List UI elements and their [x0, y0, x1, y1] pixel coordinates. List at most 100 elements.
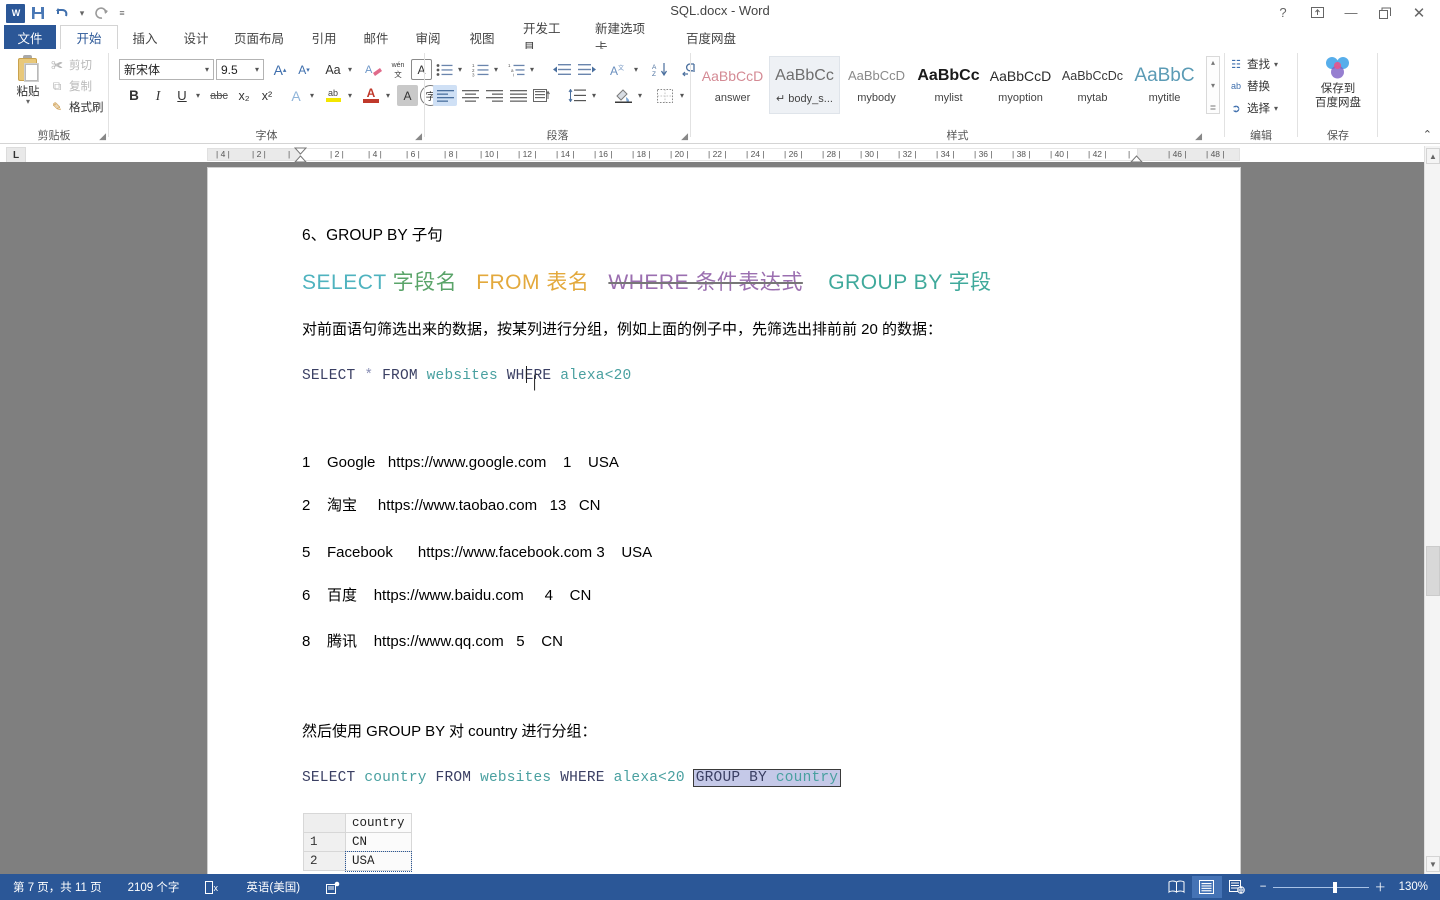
- copy-button[interactable]: ⧉ 复制: [50, 76, 92, 96]
- code2-selected-groupby[interactable]: GROUP BY country: [692, 769, 842, 787]
- styles-scroll-up-icon[interactable]: ▴: [1211, 58, 1215, 67]
- phonetic-guide-icon[interactable]: wén 文: [387, 58, 409, 81]
- horizontal-ruler[interactable]: | 4 | | 2 | | | 2 | | 4 | | 6 | | 8 | | …: [0, 146, 1424, 163]
- table-row[interactable]: 2 USA: [303, 850, 413, 872]
- tab-insert[interactable]: 插入: [120, 25, 170, 49]
- close-button[interactable]: ✕: [1402, 0, 1436, 25]
- clear-formatting-icon[interactable]: A: [363, 59, 385, 80]
- subscript-button[interactable]: x₂: [233, 85, 255, 106]
- result-row-country[interactable]: CN: [345, 832, 412, 852]
- decrease-indent-icon[interactable]: [549, 59, 573, 80]
- cut-button[interactable]: ✀ 剪切: [50, 55, 92, 75]
- sort-icon[interactable]: AZ: [649, 59, 673, 80]
- align-right-button[interactable]: [482, 85, 506, 106]
- character-shading-icon[interactable]: A: [397, 85, 418, 106]
- numbering-caret-icon[interactable]: ▾: [491, 61, 501, 78]
- scroll-down-button[interactable]: ▼: [1426, 856, 1440, 872]
- bullets-icon[interactable]: [433, 59, 455, 80]
- format-painter-button[interactable]: ✎ 格式刷: [50, 97, 104, 117]
- font-name-caret-icon[interactable]: ▾: [205, 65, 209, 74]
- style-mytab[interactable]: AaBbCcDc mytab: [1057, 56, 1128, 114]
- help-button[interactable]: ?: [1266, 0, 1300, 25]
- scroll-up-button[interactable]: ▲: [1426, 148, 1440, 164]
- tab-developer[interactable]: 开发工具: [512, 22, 580, 55]
- font-size-caret-icon[interactable]: ▾: [255, 65, 259, 74]
- paste-dropdown-caret-icon[interactable]: ▾: [26, 98, 30, 106]
- macro-recording-icon[interactable]: [313, 874, 353, 900]
- increase-indent-icon[interactable]: [575, 59, 599, 80]
- collapse-ribbon-icon[interactable]: ⌃: [1423, 128, 1432, 141]
- borders-caret-icon[interactable]: ▾: [677, 87, 687, 104]
- table-row[interactable]: 1 CN: [303, 832, 412, 852]
- font-name-input[interactable]: 新宋体 ▾: [119, 59, 214, 80]
- document-area[interactable]: 6、GROUP BY 子句 SELECT 字段名 FROM 表名 WHERE 条…: [0, 162, 1424, 874]
- style-myoption[interactable]: AaBbCcD myoption: [985, 56, 1056, 114]
- zoom-track[interactable]: [1272, 881, 1369, 893]
- paste-button[interactable]: 粘贴 ▾: [6, 53, 50, 115]
- align-center-button[interactable]: [458, 85, 482, 106]
- styles-dialog-launcher-icon[interactable]: ◢: [1195, 131, 1202, 142]
- zoom-level-label[interactable]: 130%: [1394, 881, 1440, 893]
- distribute-button[interactable]: [530, 85, 554, 106]
- result-table[interactable]: country 1 CN 2 USA: [303, 813, 413, 872]
- select-button[interactable]: ➲ 选择 ▾: [1229, 98, 1278, 118]
- zoom-thumb[interactable]: [1332, 881, 1337, 893]
- language-indicator[interactable]: 英语(美国): [233, 874, 313, 900]
- style-mylist[interactable]: AaBbCc mylist: [913, 56, 984, 114]
- shading-caret-icon[interactable]: ▾: [635, 87, 645, 104]
- replace-button[interactable]: ab 替换: [1229, 76, 1270, 96]
- page-indicator[interactable]: 第 7 页，共 11 页: [0, 874, 115, 900]
- tab-file[interactable]: 文件: [4, 25, 56, 49]
- shading-icon[interactable]: [611, 85, 635, 106]
- underline-button[interactable]: U: [171, 85, 193, 106]
- style-mybody[interactable]: AaBbCcD mybody: [841, 56, 912, 114]
- print-layout-button[interactable]: [1191, 876, 1222, 898]
- styles-scroll-down-icon[interactable]: ▾: [1211, 81, 1215, 90]
- underline-caret-icon[interactable]: ▾: [193, 87, 203, 104]
- tab-design[interactable]: 设计: [172, 25, 220, 49]
- bullets-caret-icon[interactable]: ▾: [455, 61, 465, 78]
- styles-gallery-scroll[interactable]: ▴ ▾ ≣: [1206, 56, 1220, 114]
- line-spacing-caret-icon[interactable]: ▾: [589, 87, 599, 104]
- font-dialog-launcher-icon[interactable]: ◢: [415, 131, 422, 142]
- multilevel-list-icon[interactable]: 1ai: [505, 59, 527, 80]
- save-to-baidu-netdisk-button[interactable]: 保存到 百度网盘: [1304, 54, 1372, 116]
- highlight-caret-icon[interactable]: ▾: [345, 87, 355, 104]
- text-highlight-color-icon[interactable]: ab: [321, 83, 345, 107]
- style-answer[interactable]: AaBbCcD answer: [697, 56, 768, 114]
- justify-button[interactable]: [506, 85, 530, 106]
- bold-button[interactable]: B: [123, 85, 145, 106]
- zoom-out-button[interactable]: −: [1260, 881, 1267, 893]
- vertical-scrollbar[interactable]: ▲ ▼: [1424, 146, 1440, 874]
- tab-mailings[interactable]: 邮件: [352, 25, 400, 49]
- tab-review[interactable]: 审阅: [404, 25, 452, 49]
- find-caret-icon[interactable]: ▾: [1274, 60, 1278, 69]
- tab-page-layout[interactable]: 页面布局: [222, 25, 296, 49]
- borders-icon[interactable]: [653, 85, 677, 106]
- result-row-country[interactable]: USA: [344, 850, 413, 872]
- text-effects-caret-icon[interactable]: ▾: [307, 87, 317, 104]
- select-caret-icon[interactable]: ▾: [1274, 104, 1278, 113]
- paragraph-dialog-launcher-icon[interactable]: ◢: [681, 131, 688, 142]
- shrink-font-button[interactable]: A ▾: [293, 59, 315, 80]
- zoom-in-button[interactable]: ＋: [1375, 879, 1387, 895]
- change-case-caret-icon[interactable]: ▾: [345, 61, 355, 78]
- ribbon-display-options-button[interactable]: [1300, 0, 1334, 25]
- tab-view[interactable]: 视图: [458, 25, 506, 49]
- styles-more-icon[interactable]: ≣: [1210, 103, 1217, 112]
- tab-references[interactable]: 引用: [300, 25, 348, 49]
- font-color-icon[interactable]: A: [359, 83, 383, 107]
- clipboard-dialog-launcher-icon[interactable]: ◢: [99, 131, 106, 142]
- tab-baidu-netdisk[interactable]: 百度网盘: [674, 25, 748, 49]
- superscript-button[interactable]: x²: [256, 85, 278, 106]
- grow-font-button[interactable]: A ▴: [269, 59, 291, 80]
- find-button[interactable]: ☷ 查找 ▾: [1229, 54, 1278, 74]
- web-layout-button[interactable]: [1222, 876, 1252, 898]
- font-size-input[interactable]: 9.5 ▾: [216, 59, 264, 80]
- proofing-status-icon[interactable]: x: [192, 874, 233, 900]
- italic-button[interactable]: I: [147, 85, 169, 106]
- strikethrough-button[interactable]: abc: [206, 85, 232, 106]
- zoom-slider[interactable]: − ＋: [1252, 879, 1394, 895]
- asian-layout-icon[interactable]: A文: [607, 59, 631, 80]
- asian-layout-caret-icon[interactable]: ▾: [631, 61, 641, 78]
